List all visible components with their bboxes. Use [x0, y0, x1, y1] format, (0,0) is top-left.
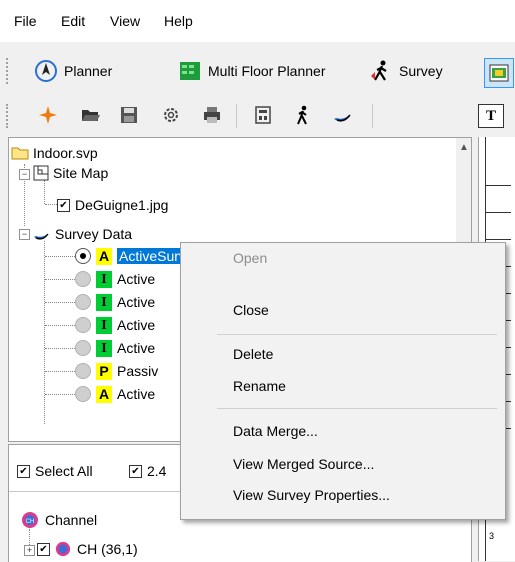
menu-data-merge[interactable]: Data Merge...	[233, 423, 318, 439]
printer-icon	[204, 107, 220, 123]
survey-label: Survey	[399, 63, 443, 79]
toolbar-grip-2[interactable]	[6, 104, 11, 128]
survey-label: Passiv	[117, 363, 159, 379]
collapse-site-map[interactable]: −	[19, 169, 30, 180]
new-project-button[interactable]	[37, 104, 59, 126]
band-24-checkbox[interactable]: ✔ 2.4	[129, 461, 166, 481]
site-map-icon	[33, 165, 49, 181]
heatmap-mode-button[interactable]	[484, 58, 514, 88]
active-badge-icon: A	[96, 247, 112, 265]
gear-icon	[164, 108, 178, 122]
toolbar-separator-2	[372, 104, 373, 128]
calculator-icon	[255, 106, 271, 124]
multi-floor-icon	[180, 62, 200, 80]
survey-item[interactable]: I Active	[75, 292, 155, 312]
survey-data-icon	[34, 230, 50, 240]
passive-badge-icon: P	[96, 362, 112, 380]
active-badge-icon: A	[96, 385, 112, 403]
survey-item[interactable]: A Active	[75, 384, 155, 404]
context-menu: Open Close Delete Rename Data Merge... V…	[180, 242, 506, 520]
menu-help[interactable]: Help	[164, 13, 193, 29]
interference-badge-icon: I	[96, 339, 112, 357]
planner-button[interactable]: Planner	[34, 60, 112, 82]
band-24-check[interactable]: ✔	[129, 464, 142, 478]
expand-channel[interactable]: +	[24, 545, 35, 556]
menu-delete[interactable]: Delete	[233, 346, 273, 362]
ruler-mark: 3	[489, 531, 495, 541]
survey-item[interactable]: I Active	[75, 315, 155, 335]
text-t-icon: T	[485, 107, 496, 124]
menu-bar: File Edit View Help	[0, 0, 515, 42]
save-button[interactable]	[118, 104, 140, 126]
channel-icon	[55, 541, 71, 557]
survey-radio[interactable]	[75, 363, 91, 379]
calculator-button[interactable]	[252, 104, 274, 126]
interference-badge-icon: I	[96, 316, 112, 334]
image-file-checkbox[interactable]: ✔	[57, 198, 70, 212]
survey-label: Active	[117, 294, 156, 310]
survey-item[interactable]: P Passiv	[75, 361, 158, 381]
open-button[interactable]	[80, 104, 102, 126]
settings-button[interactable]	[160, 104, 182, 126]
text-tool-button[interactable]: T	[478, 104, 504, 128]
select-all-checkbox[interactable]: ✔ Select All	[17, 461, 93, 481]
menu-file[interactable]: File	[14, 13, 37, 29]
folder-icon	[11, 147, 29, 160]
menu-edit[interactable]: Edit	[61, 13, 85, 29]
tree-root[interactable]: Indoor.svp	[11, 143, 98, 163]
toolbar-separator	[236, 104, 237, 128]
multi-floor-label: Multi Floor Planner	[208, 63, 326, 79]
tree-image-file[interactable]: ✔ DeGuigne1.jpg	[57, 195, 168, 215]
survey-radio[interactable]	[75, 294, 91, 310]
toolbar-grip[interactable]	[6, 58, 11, 84]
multi-floor-planner-button[interactable]: Multi Floor Planner	[178, 60, 326, 82]
menu-rename[interactable]: Rename	[233, 378, 286, 394]
survey-item[interactable]: I Active	[75, 338, 155, 358]
survey-radio[interactable]	[75, 317, 91, 333]
select-all-check[interactable]: ✔	[17, 464, 30, 478]
svg-text:CH: CH	[26, 519, 35, 525]
collapse-survey-data[interactable]: −	[19, 229, 30, 240]
menu-open[interactable]: Open	[233, 250, 267, 266]
survey-radio[interactable]	[75, 271, 91, 287]
survey-label: Active	[117, 317, 156, 333]
tree-site-map[interactable]: Site Map	[33, 163, 108, 183]
walking-person-icon	[297, 105, 307, 125]
print-button[interactable]	[201, 104, 223, 126]
survey-radio[interactable]	[75, 386, 91, 402]
mode-toolbar: Planner Multi Floor Planner Survey	[0, 52, 515, 90]
channel-item[interactable]: ✔ CH (36,1)	[37, 539, 138, 559]
channel-header[interactable]: CH Channel	[21, 510, 97, 530]
menu-view-merged-source[interactable]: View Merged Source...	[233, 456, 374, 472]
menu-view-survey-properties[interactable]: View Survey Properties...	[233, 487, 390, 503]
survey-label: Active	[117, 340, 156, 356]
interference-badge-icon: I	[96, 293, 112, 311]
walking-person-icon	[371, 60, 387, 81]
survey-radio-selected[interactable]	[75, 248, 91, 264]
walk-survey-button[interactable]	[292, 104, 314, 126]
survey-label: Active	[117, 386, 156, 402]
survey-item[interactable]: I Active	[75, 269, 155, 289]
menu-view[interactable]: View	[110, 13, 140, 29]
floppy-disk-icon	[121, 107, 137, 123]
crescent-wave-icon	[334, 111, 352, 122]
channel-icon: CH	[22, 512, 38, 528]
scroll-up-arrow-icon[interactable]: ▲	[459, 142, 469, 153]
channel-item-check[interactable]: ✔	[37, 542, 50, 556]
tools-toolbar: T	[0, 98, 515, 134]
survey-radio[interactable]	[75, 340, 91, 356]
heatmap-icon	[489, 64, 509, 82]
open-folder-icon	[82, 110, 100, 121]
survey-label: Active	[117, 271, 156, 287]
tree-survey-data[interactable]: Survey Data	[33, 224, 132, 244]
planner-icon	[35, 60, 57, 82]
new-star-icon	[39, 106, 57, 124]
planner-label: Planner	[64, 63, 113, 79]
survey-button[interactable]: Survey	[369, 60, 443, 82]
survey-data-button[interactable]	[332, 104, 354, 126]
interference-badge-icon: I	[96, 270, 112, 288]
menu-close[interactable]: Close	[233, 302, 269, 318]
